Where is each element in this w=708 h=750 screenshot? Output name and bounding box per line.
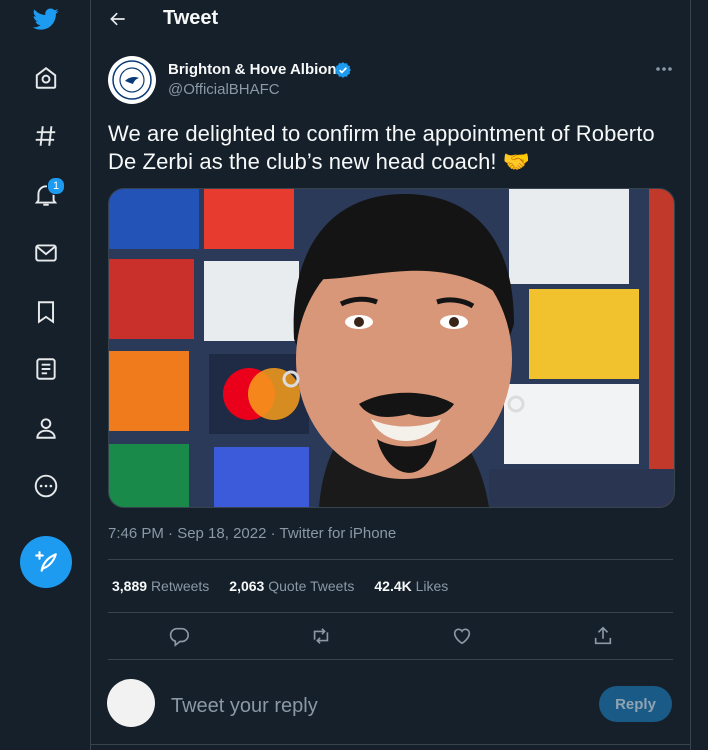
reply-icon xyxy=(169,627,189,647)
tweet-photo[interactable] xyxy=(108,188,675,508)
compose-tweet-button[interactable] xyxy=(20,536,72,588)
sidebar-nav: 1 xyxy=(0,0,90,750)
tweet-detail-column: Tweet Brighton & Hove Albion @OfficialBH… xyxy=(90,0,691,750)
quote-tweets-count: 2,063 xyxy=(229,578,265,594)
likes-stat[interactable]: 42.4K Likes xyxy=(374,578,448,594)
quote-tweets-label: Quote Tweets xyxy=(268,578,355,594)
notifications-icon[interactable]: 1 xyxy=(23,172,69,218)
more-dots-icon xyxy=(656,67,672,71)
notifications-badge: 1 xyxy=(47,177,65,195)
likes-label: Likes xyxy=(415,578,449,594)
retweets-label: Retweets xyxy=(150,578,210,594)
reply-input[interactable] xyxy=(169,690,573,722)
profile-icon[interactable] xyxy=(23,405,69,451)
bookmarks-icon[interactable] xyxy=(23,289,69,335)
retweet-button[interactable] xyxy=(309,624,333,648)
share-button[interactable] xyxy=(591,624,615,648)
messages-icon[interactable] xyxy=(23,230,69,276)
verified-badge-icon xyxy=(335,62,351,78)
likes-count: 42.4K xyxy=(374,578,412,594)
heart-icon xyxy=(453,628,471,645)
home-icon[interactable] xyxy=(23,55,69,101)
divider xyxy=(108,612,673,613)
tweet-text: We are delighted to confirm the appointm… xyxy=(108,121,655,174)
tweet-timestamp[interactable]: 7:46 PM · Sep 18, 2022 · Twitter for iPh… xyxy=(108,525,396,542)
page-title: Tweet xyxy=(163,7,219,29)
retweets-count: 3,889 xyxy=(112,578,148,594)
explore-icon[interactable] xyxy=(23,113,69,159)
press-conference-photo xyxy=(109,189,674,507)
quote-tweets-stat[interactable]: 2,063 Quote Tweets xyxy=(229,578,354,594)
user-avatar[interactable] xyxy=(107,679,155,727)
author-name[interactable]: Brighton & Hove Albion xyxy=(168,61,337,78)
page-header: Tweet xyxy=(91,0,690,37)
more-icon[interactable] xyxy=(23,463,69,509)
share-icon xyxy=(594,626,612,645)
reply-submit-button[interactable]: Reply xyxy=(599,686,672,722)
like-button[interactable] xyxy=(450,624,474,648)
retweets-stat[interactable]: 3,889 Retweets xyxy=(112,578,209,594)
author-handle[interactable]: @OfficialBHAFC xyxy=(168,81,280,98)
divider xyxy=(108,659,673,660)
back-button[interactable] xyxy=(105,6,131,32)
club-crest-icon xyxy=(109,57,155,103)
tweet-more-button[interactable] xyxy=(651,58,677,80)
divider xyxy=(91,744,690,745)
author-avatar[interactable] xyxy=(108,56,156,104)
retweet-icon xyxy=(313,628,329,644)
divider xyxy=(108,559,673,560)
compose-tweet-icon xyxy=(35,551,57,572)
back-arrow-icon xyxy=(110,12,125,26)
tweet-stats: 3,889 Retweets 2,063 Quote Tweets 42.4K … xyxy=(112,578,448,594)
reply-button[interactable] xyxy=(167,624,191,648)
twitter-logo-icon[interactable] xyxy=(23,0,69,42)
lists-icon[interactable] xyxy=(23,346,69,392)
